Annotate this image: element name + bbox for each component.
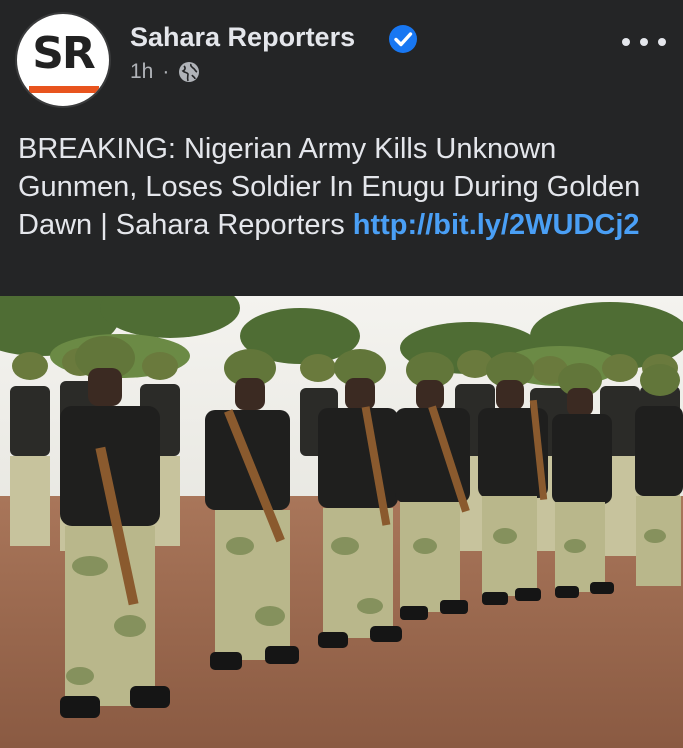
meta-separator: · xyxy=(162,60,170,83)
post-meta: 1h · xyxy=(130,60,200,84)
globe-icon xyxy=(179,62,200,82)
post-link[interactable]: http://bit.ly/2WUDCj2 xyxy=(353,209,640,241)
avatar-logo-text: SR xyxy=(32,28,96,79)
page-name[interactable]: Sahara Reporters xyxy=(130,22,355,53)
more-options-icon[interactable] xyxy=(622,30,666,54)
post-photo-soldiers[interactable] xyxy=(0,296,683,748)
facebook-post: SR Sahara Reporters 1h · BREAKING: Niger… xyxy=(0,0,683,748)
page-avatar[interactable]: SR xyxy=(15,12,111,108)
verified-badge-icon xyxy=(389,25,417,53)
avatar-logo-bar xyxy=(29,86,99,93)
more-dot xyxy=(640,38,648,46)
more-dot xyxy=(658,38,666,46)
post-timestamp[interactable]: 1h xyxy=(130,60,153,84)
post-text: BREAKING: Nigerian Army Kills Unknown Gu… xyxy=(18,130,668,244)
more-dot xyxy=(622,38,630,46)
post-header: SR Sahara Reporters 1h · xyxy=(0,0,683,120)
